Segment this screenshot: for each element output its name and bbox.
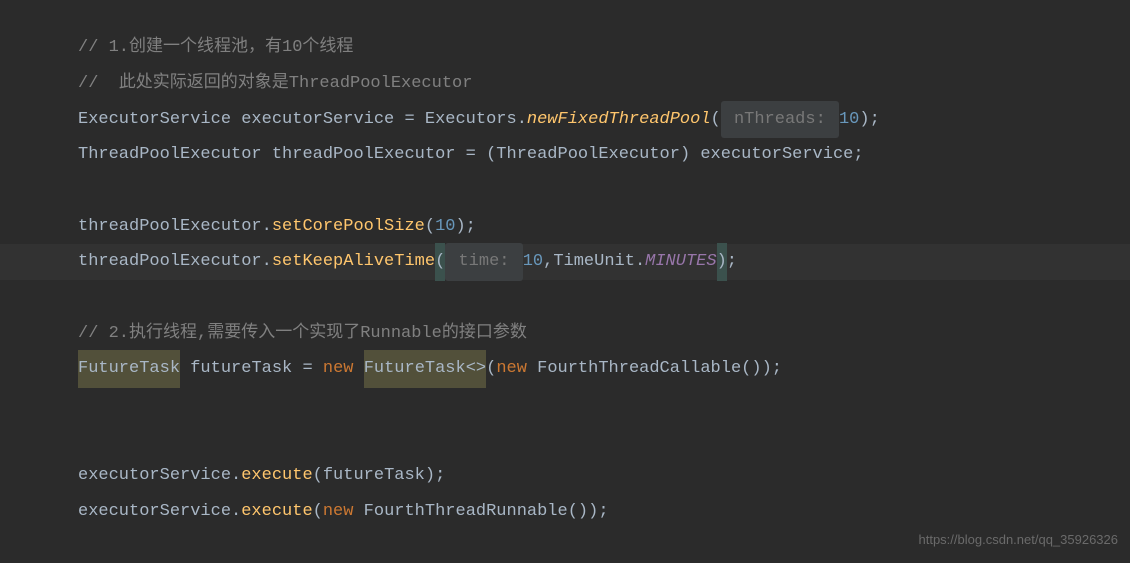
type-name: ThreadPoolExecutor <box>496 136 680 173</box>
method-call: newFixedThreadPool <box>527 101 711 138</box>
keyword: new <box>496 350 527 387</box>
code-line: // 2.执行线程,需要传入一个实现了Runnable的接口参数 <box>78 316 1130 352</box>
blank-line <box>78 423 1130 459</box>
code-line: FutureTask futureTask = new FutureTask<>… <box>78 351 1130 387</box>
type-name: Executors <box>425 101 517 138</box>
variable: futureTask <box>323 457 425 494</box>
variable: threadPoolExecutor <box>78 208 262 245</box>
type-name: FourthThreadCallable <box>537 350 741 387</box>
variable: threadPoolExecutor <box>272 136 456 173</box>
code-line: executorService.execute(new FourthThread… <box>78 494 1130 530</box>
raw-type-warning: FutureTask<> <box>364 350 486 387</box>
type-name: FourthThreadRunnable <box>364 493 568 530</box>
keyword: new <box>323 350 354 387</box>
number-literal: 10 <box>435 208 455 245</box>
number-literal: 10 <box>523 243 543 280</box>
parameter-hint: nThreads: <box>721 101 839 138</box>
code-line: // 1.创建一个线程池，有10个线程 <box>78 30 1130 66</box>
parameter-hint: time: <box>445 243 522 280</box>
code-line: executorService.execute(futureTask); <box>78 458 1130 494</box>
type-name: TimeUnit <box>553 243 635 280</box>
code-line: ExecutorService executorService = Execut… <box>78 101 1130 137</box>
type-name: ThreadPoolExecutor <box>78 136 262 173</box>
keyword: new <box>323 493 354 530</box>
method-call: setCorePoolSize <box>272 208 425 245</box>
method-call: execute <box>241 493 312 530</box>
blank-line <box>78 280 1130 316</box>
method-call: execute <box>241 457 312 494</box>
type-name: ExecutorService <box>78 101 231 138</box>
code-line: threadPoolExecutor.setCorePoolSize(10); <box>78 208 1130 244</box>
paren-open: ( <box>435 243 445 280</box>
raw-type-warning: FutureTask <box>78 350 180 387</box>
code-line: // 此处实际返回的对象是ThreadPoolExecutor <box>78 66 1130 102</box>
watermark: https://blog.csdn.net/qq_35926326 <box>919 526 1119 555</box>
comment: // 1.创建一个线程池，有10个线程 <box>78 29 353 66</box>
blank-line <box>78 387 1130 423</box>
variable: executorService <box>78 457 231 494</box>
method-call: setKeepAliveTime <box>272 243 435 280</box>
code-line: ThreadPoolExecutor threadPoolExecutor = … <box>78 137 1130 173</box>
comment: // 2.执行线程,需要传入一个实现了Runnable的接口参数 <box>78 315 527 352</box>
number-literal: 10 <box>839 101 859 138</box>
constant: MINUTES <box>645 243 716 280</box>
variable: futureTask <box>190 350 292 387</box>
paren-close: ) <box>717 243 727 280</box>
variable: executorService <box>700 136 853 173</box>
code-editor[interactable]: // 1.创建一个线程池，有10个线程 // 此处实际返回的对象是ThreadP… <box>0 0 1130 530</box>
comment: // 此处实际返回的对象是ThreadPoolExecutor <box>78 65 472 102</box>
blank-line <box>78 173 1130 209</box>
code-line-current: threadPoolExecutor.setKeepAliveTime( tim… <box>0 244 1130 280</box>
variable: executorService <box>241 101 394 138</box>
variable: threadPoolExecutor <box>78 243 262 280</box>
variable: executorService <box>78 493 231 530</box>
